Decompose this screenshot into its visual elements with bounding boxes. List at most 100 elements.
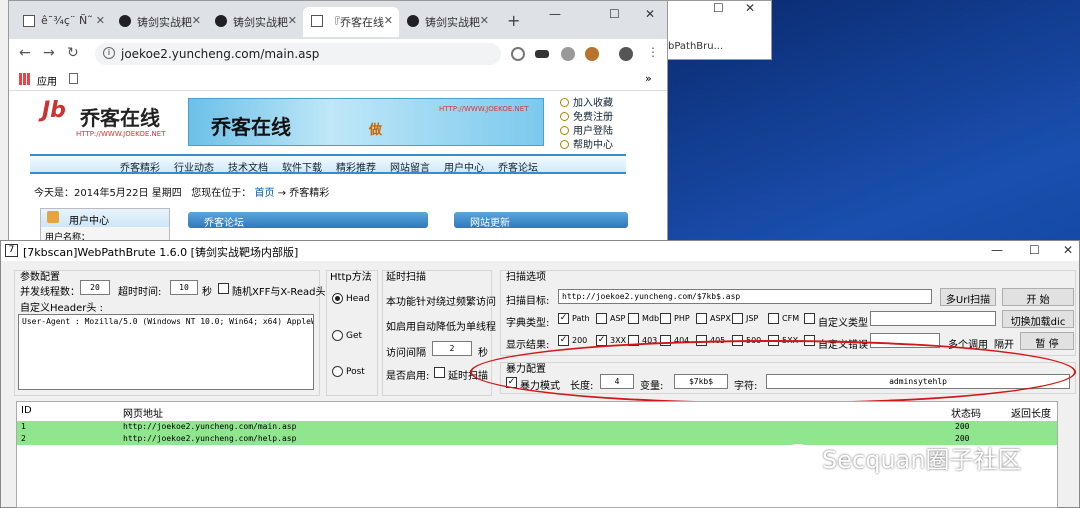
dict-cfm-checkbox[interactable] [768, 313, 779, 324]
apps-icon[interactable] [19, 73, 31, 85]
site-logo[interactable]: Jb 乔客在线 HTTP://WWW.JOEKOE.NET [30, 90, 180, 148]
radio-get[interactable] [332, 330, 343, 341]
target-input[interactable]: http://joekoe2.yuncheng.com/$7kb$.asp [558, 289, 932, 304]
radio-post[interactable] [332, 366, 343, 377]
document-icon[interactable] [69, 73, 78, 84]
close-icon[interactable]: ✕ [384, 14, 393, 27]
link-register[interactable]: 免费注册 [560, 108, 613, 123]
show-200-label: 200 [572, 336, 588, 345]
timeout-input[interactable]: 10 [170, 280, 198, 295]
cookie-icon[interactable] [585, 47, 599, 61]
more-bookmarks-icon[interactable]: » [645, 72, 652, 85]
close-icon[interactable]: ✕ [480, 14, 489, 27]
tab-label: 『乔客在线 [329, 16, 384, 29]
minimize-icon[interactable]: — [991, 243, 1003, 257]
start-button[interactable]: 开 始 [1002, 288, 1074, 306]
dict-custom-label: 自定义类型 [818, 318, 868, 329]
close-icon[interactable]: ✕ [645, 7, 655, 21]
glasses-icon[interactable] [535, 50, 549, 58]
radio-head[interactable] [332, 293, 343, 304]
bookmark-apps[interactable]: 应用 [37, 73, 57, 88]
maximize-icon[interactable]: ☐ [609, 7, 620, 21]
current-page: 乔客精彩 [289, 188, 330, 199]
close-icon[interactable]: ✕ [96, 14, 105, 27]
stop-icon[interactable] [511, 47, 525, 61]
switch-dic-button[interactable]: 切换加载dic [1002, 310, 1074, 328]
app-title: [7kbscan]WebPathBrute 1.6.0 [铸剑实战靶场内部版] [23, 246, 299, 259]
dict-custom-input[interactable] [870, 311, 996, 326]
header-textarea[interactable]: User-Agent : Mozilla/5.0 (Windows NT 10.… [18, 314, 314, 390]
logo-url: HTTP://WWW.JOEKOE.NET [76, 130, 166, 138]
bookmarks-bar: 应用 » [9, 69, 667, 91]
delay-group-title: 延时扫描 [386, 272, 426, 283]
forum-header[interactable]: 乔客论坛 [188, 212, 428, 229]
nav-item[interactable]: 网站留言 [390, 159, 430, 174]
site-banner: 乔客在线 做 HTTP://WWW.JOEKOE.NET [188, 98, 544, 146]
dict-jsp-checkbox[interactable] [732, 313, 743, 324]
nav-item[interactable]: 用户中心 [444, 159, 484, 174]
nav-item[interactable]: 乔客论坛 [498, 159, 538, 174]
close-icon[interactable]: ✕ [745, 1, 755, 15]
show-200-checkbox[interactable]: ✓ [558, 335, 569, 346]
random-xff-checkbox[interactable] [218, 283, 229, 294]
tab-5[interactable]: 铸剑实战耙 ✕ [399, 7, 495, 37]
interval-unit: 秒 [478, 348, 488, 359]
separator-label: 隔开 [994, 340, 1014, 351]
link-add-favorite[interactable]: 加入收藏 [560, 94, 613, 109]
tab-4-active[interactable]: 『乔客在线 ✕ [303, 7, 399, 37]
close-icon[interactable]: ✕ [1063, 243, 1073, 257]
tab-3[interactable]: 铸剑实战耙 ✕ [207, 7, 303, 37]
close-icon[interactable]: ✕ [192, 14, 201, 27]
tab-1[interactable]: ê¯¾ç¨ Ñ˜ ✕ [15, 7, 111, 37]
new-tab-button[interactable]: + [507, 11, 520, 30]
nav-item[interactable]: 技术文档 [228, 159, 268, 174]
nav-item[interactable]: 软件下载 [282, 159, 322, 174]
interval-input[interactable]: 2 [432, 341, 472, 356]
link-login[interactable]: 用户登陆 [560, 122, 613, 137]
dict-php-checkbox[interactable] [660, 313, 671, 324]
column-header-url[interactable]: 网页地址 [123, 402, 163, 420]
timeout-label: 超时时间: [118, 287, 162, 298]
column-header-status[interactable]: 状态码 [951, 402, 981, 420]
table-row[interactable]: 1 http://joekoe2.yuncheng.com/main.asp 2… [17, 421, 1057, 433]
link-help[interactable]: 帮助中心 [560, 136, 613, 151]
close-icon[interactable]: ✕ [288, 14, 297, 27]
dict-custom-checkbox[interactable] [804, 313, 815, 324]
threads-input[interactable]: 20 [80, 280, 110, 295]
minimize-icon[interactable]: — [549, 7, 561, 21]
dict-path-checkbox[interactable]: ✓ [558, 313, 569, 324]
nav-item[interactable]: 行业动态 [174, 159, 214, 174]
nav-item[interactable]: 精彩推荐 [336, 159, 376, 174]
site-nav: 乔客精彩 行业动态 技术文档 软件下载 精彩推荐 网站留言 用户中心 乔客论坛 [30, 154, 626, 174]
extension-icon[interactable] [561, 47, 575, 61]
maximize-icon[interactable]: ☐ [1029, 243, 1040, 257]
dict-aspx-checkbox[interactable] [696, 313, 707, 324]
updates-header[interactable]: 网站更新 [454, 212, 628, 229]
column-header-length[interactable]: 返回长度 [1011, 402, 1051, 420]
banner-title: 乔客在线 [211, 115, 291, 139]
tab-2[interactable]: 铸剑实战耙 ✕ [111, 7, 207, 37]
maximize-icon[interactable]: ☐ [713, 1, 724, 15]
app-titlebar: 7 [7kbscan]WebPathBrute 1.6.0 [铸剑实战靶场内部版… [1, 241, 1079, 261]
random-xff-label: 随机XFF与X-Read头 [232, 287, 326, 298]
reload-icon[interactable]: ↻ [67, 45, 79, 61]
dict-mdb-checkbox[interactable] [628, 313, 639, 324]
pause-button[interactable]: 暂 停 [1020, 332, 1074, 350]
dict-cfm-label: CFM [782, 314, 800, 323]
banner-url: HTTP://WWW.JOEKOE.NET [439, 105, 529, 113]
profile-icon[interactable] [619, 47, 633, 61]
dict-jsp-label: JSP [746, 314, 759, 323]
url-field[interactable]: i joekoe2.yuncheng.com/main.asp [95, 43, 501, 65]
column-header-id[interactable]: ID [21, 402, 32, 418]
nav-item[interactable]: 乔客精彩 [120, 159, 160, 174]
info-icon[interactable]: i [103, 47, 115, 59]
home-link[interactable]: 首页 [254, 188, 274, 199]
back-icon[interactable]: ← [19, 45, 31, 61]
menu-icon[interactable]: ⋮ [647, 45, 659, 59]
url-text: joekoe2.yuncheng.com/main.asp [121, 47, 320, 61]
document-icon [311, 15, 323, 27]
forward-icon[interactable]: → [43, 45, 55, 61]
dict-asp-checkbox[interactable] [596, 313, 607, 324]
multi-url-button[interactable]: 多Url扫描 [940, 288, 996, 306]
delay-enable-checkbox[interactable] [434, 367, 445, 378]
